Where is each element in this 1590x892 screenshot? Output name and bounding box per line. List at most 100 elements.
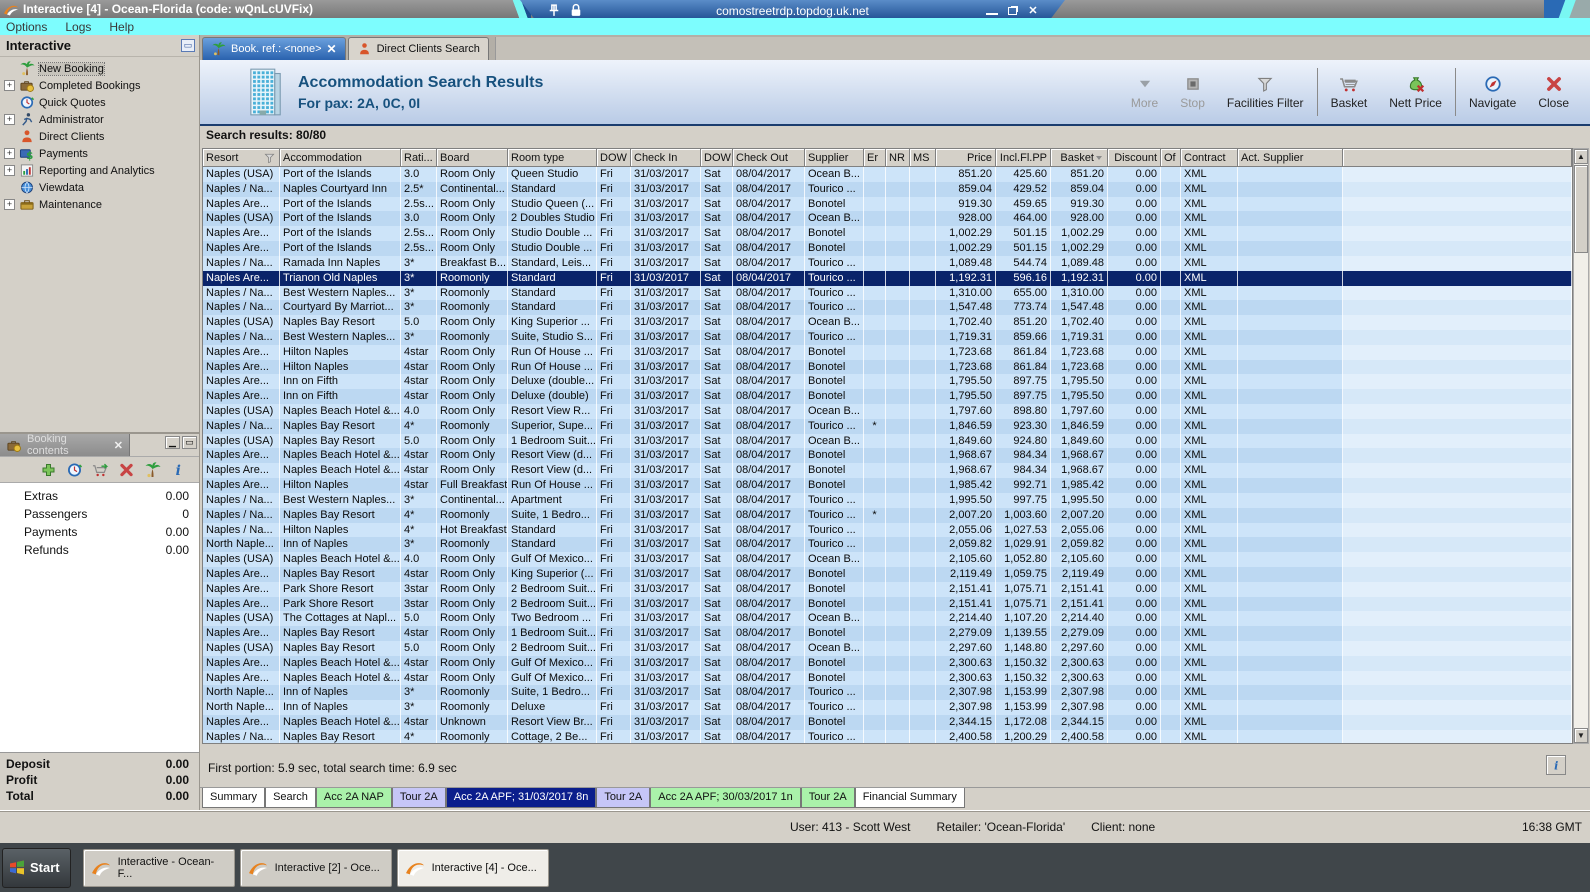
vertical-scrollbar[interactable]: ▲ ▼: [1573, 148, 1589, 744]
table-row[interactable]: Naples / Na... Best Western Naples... 3* Co…: [203, 492, 1572, 508]
document-tab[interactable]: Direct Clients Search: [347, 37, 489, 60]
column-header-check-in[interactable]: Check In: [631, 149, 701, 167]
booking-toolbar-clock-icon[interactable]: [66, 462, 83, 478]
table-row[interactable]: Naples Are... Naples Bay Resort 4star Room …: [203, 626, 1572, 641]
table-row[interactable]: Naples / Na... Best Western Naples... 3* Ro…: [203, 329, 1572, 345]
table-row[interactable]: Naples Are... Park Shore Resort 3star Room …: [203, 596, 1572, 612]
table-row[interactable]: Naples / Na... Naples Courtyard Inn 2.5* Co…: [203, 181, 1572, 197]
table-row[interactable]: Naples Are... Inn on Fifth 4star Room Only D…: [203, 374, 1572, 390]
rdp-restore-button[interactable]: [1008, 7, 1017, 15]
column-header-board[interactable]: Board: [437, 149, 508, 167]
table-row[interactable]: Naples Are... Trianon Old Naples 3* Roomonl…: [203, 270, 1572, 286]
expander-icon[interactable]: +: [4, 148, 15, 159]
bottom-tab-tour-2a[interactable]: Tour 2A: [596, 788, 651, 808]
column-header-incl-fl-pp[interactable]: Incl.Fl.PP: [996, 149, 1051, 167]
table-row[interactable]: Naples (USA) Naples Beach Hotel &... 4.0 Ro…: [203, 552, 1572, 567]
bottom-tab-acc-2a-apf-30-03-2017-1n[interactable]: Acc 2A APF; 30/03/2017 1n: [650, 788, 801, 808]
table-row[interactable]: Naples Are... Naples Beach Hotel &... 4sta…: [203, 463, 1572, 479]
pin-icon[interactable]: [546, 3, 562, 18]
booking-toolbar-plus-green-icon[interactable]: [40, 462, 57, 478]
table-row[interactable]: Naples / Na... Courtyard By Marriot... 3* R…: [203, 300, 1572, 316]
expander-icon[interactable]: +: [4, 114, 15, 125]
menu-item-options[interactable]: Options: [6, 20, 47, 34]
sidebar-item-payments[interactable]: + $ Payments: [0, 145, 199, 162]
column-header-contract[interactable]: Contract: [1181, 149, 1238, 167]
bottom-tab-acc-2a-apf-31-03-2017-8n[interactable]: Acc 2A APF; 31/03/2017 8n: [445, 788, 597, 808]
booking-toolbar-info-icon[interactable]: i: [170, 462, 187, 478]
sidebar-collapse-button[interactable]: ▭: [181, 39, 195, 52]
booking-panel-maximize-button[interactable]: ▭: [182, 436, 197, 449]
column-header-dow[interactable]: DOW: [701, 149, 733, 167]
table-row[interactable]: Naples (USA) The Cottages at Napl... 5.0 Ro…: [203, 611, 1572, 627]
table-row[interactable]: North Naple... Inn of Naples 3* Roomonly Sui…: [203, 685, 1572, 701]
booking-toolbar-x-red-icon[interactable]: [118, 462, 135, 478]
sidebar-item-administrator[interactable]: + Administrator: [0, 111, 199, 128]
table-row[interactable]: Naples Are... Naples Beach Hotel &... 4sta…: [203, 715, 1572, 730]
table-row[interactable]: Naples Are... Port of the Islands 2.5s... R…: [203, 226, 1572, 242]
rdp-close-button[interactable]: ✕: [1027, 6, 1039, 16]
table-row[interactable]: North Naple... Inn of Naples 3* Roomonly Del…: [203, 700, 1572, 716]
table-row[interactable]: Naples / Na... Hilton Naples 4* Hot Breakfa…: [203, 522, 1572, 538]
booking-toolbar-cart-arrow-icon[interactable]: [92, 462, 109, 478]
expander-icon[interactable]: +: [4, 199, 15, 210]
taskbar-window-button[interactable]: Interactive [2] - Oce...: [239, 848, 392, 887]
column-header-accommodation[interactable]: Accommodation: [280, 149, 401, 167]
menu-item-logs[interactable]: Logs: [65, 20, 91, 34]
table-row[interactable]: Naples Are... Port of the Islands 2.5s... R…: [203, 196, 1572, 212]
table-row[interactable]: Naples / Na... Best Western Naples... 3* Ro…: [203, 285, 1572, 301]
table-row[interactable]: Naples Are... Hilton Naples 4star Room Only…: [203, 359, 1572, 375]
sidebar-item-viewdata[interactable]: Viewdata: [0, 179, 199, 196]
booking-panel-minimize-button[interactable]: ▁: [165, 436, 180, 449]
column-header-resort[interactable]: Resort: [203, 149, 280, 167]
column-header-check-out[interactable]: Check Out: [733, 149, 805, 167]
bottom-tab-tour-2a[interactable]: Tour 2A: [800, 788, 855, 808]
table-row[interactable]: Naples (USA) Naples Bay Resort 5.0 Room Onl…: [203, 433, 1572, 449]
booking-panel-close-icon[interactable]: ✕: [114, 439, 123, 452]
sidebar-item-maintenance[interactable]: + Maintenance: [0, 196, 199, 213]
bottom-tab-tour-2a[interactable]: Tour 2A: [391, 788, 446, 808]
bottom-tab-search[interactable]: Search: [265, 788, 316, 808]
column-header-basket[interactable]: Basket: [1051, 149, 1108, 167]
toolbar-button-navigate[interactable]: Navigate: [1458, 60, 1527, 124]
table-row[interactable]: Naples (USA) Port of the Islands 3.0 Room O…: [203, 167, 1572, 182]
table-row[interactable]: Naples / Na... Naples Bay Resort 4* Roomonl…: [203, 507, 1572, 523]
table-row[interactable]: Naples (USA) Naples Bay Resort 5.0 Room Onl…: [203, 641, 1572, 656]
menu-item-help[interactable]: Help: [109, 20, 134, 34]
document-tab[interactable]: Book. ref.: <none> ✕: [202, 37, 346, 60]
sidebar-item-quick-quotes[interactable]: Quick Quotes: [0, 94, 199, 111]
column-header-supplier[interactable]: Supplier: [805, 149, 864, 167]
scroll-up-arrow-icon[interactable]: ▲: [1574, 149, 1588, 164]
column-header-dow[interactable]: DOW: [597, 149, 631, 167]
bottom-tab-summary[interactable]: Summary: [202, 788, 266, 808]
table-row[interactable]: Naples Are... Hilton Naples 4star Full Brea…: [203, 478, 1572, 493]
scrollbar-thumb[interactable]: [1574, 165, 1588, 253]
table-row[interactable]: Naples Are... Park Shore Resort 3star Room …: [203, 581, 1572, 597]
table-row[interactable]: Naples / Na... Ramada Inn Naples 3* Breakfa…: [203, 255, 1572, 271]
table-row[interactable]: Naples Are... Port of the Islands 2.5s... R…: [203, 241, 1572, 256]
column-header-rati-[interactable]: Rati...: [401, 149, 437, 167]
toolbar-button-close[interactable]: Close: [1527, 60, 1580, 124]
column-filter-icon[interactable]: [263, 152, 276, 164]
expander-icon[interactable]: +: [4, 165, 15, 176]
start-button[interactable]: Start: [2, 847, 71, 888]
info-button[interactable]: i: [1546, 755, 1566, 775]
booking-toolbar-palm-tree-icon[interactable]: [144, 461, 161, 478]
column-header-room-type[interactable]: Room type: [508, 149, 597, 167]
table-row[interactable]: Naples Are... Inn on Fifth 4star Room Only D…: [203, 389, 1572, 404]
taskbar-window-button[interactable]: Interactive [4] - Oce...: [396, 848, 549, 887]
table-row[interactable]: North Naple... Inn of Naples 3* Roomonly Sta…: [203, 537, 1572, 553]
sidebar-item-reporting-and-analytics[interactable]: + Reporting and Analytics: [0, 162, 199, 179]
toolbar-button-nett-price[interactable]: Nett Price: [1378, 60, 1453, 124]
tab-close-icon[interactable]: ✕: [327, 42, 337, 56]
bottom-tab-acc-2a-nap[interactable]: Acc 2A NAP: [315, 788, 392, 808]
table-row[interactable]: Naples / Na... Naples Bay Resort 4* Roomonl…: [203, 418, 1572, 434]
taskbar-window-button[interactable]: Interactive - Ocean-F...: [82, 848, 235, 887]
expander-icon[interactable]: +: [4, 80, 15, 91]
rdp-minimize-button[interactable]: [986, 7, 998, 15]
table-row[interactable]: Naples Are... Naples Beach Hotel &... 4sta…: [203, 655, 1572, 671]
toolbar-button-basket[interactable]: Basket: [1320, 60, 1379, 124]
column-header-of[interactable]: Of: [1161, 149, 1181, 167]
table-row[interactable]: Naples Are... Naples Beach Hotel &... 4sta…: [203, 448, 1572, 464]
scroll-down-arrow-icon[interactable]: ▼: [1574, 728, 1588, 743]
sidebar-item-new-booking[interactable]: New Booking: [0, 60, 199, 77]
